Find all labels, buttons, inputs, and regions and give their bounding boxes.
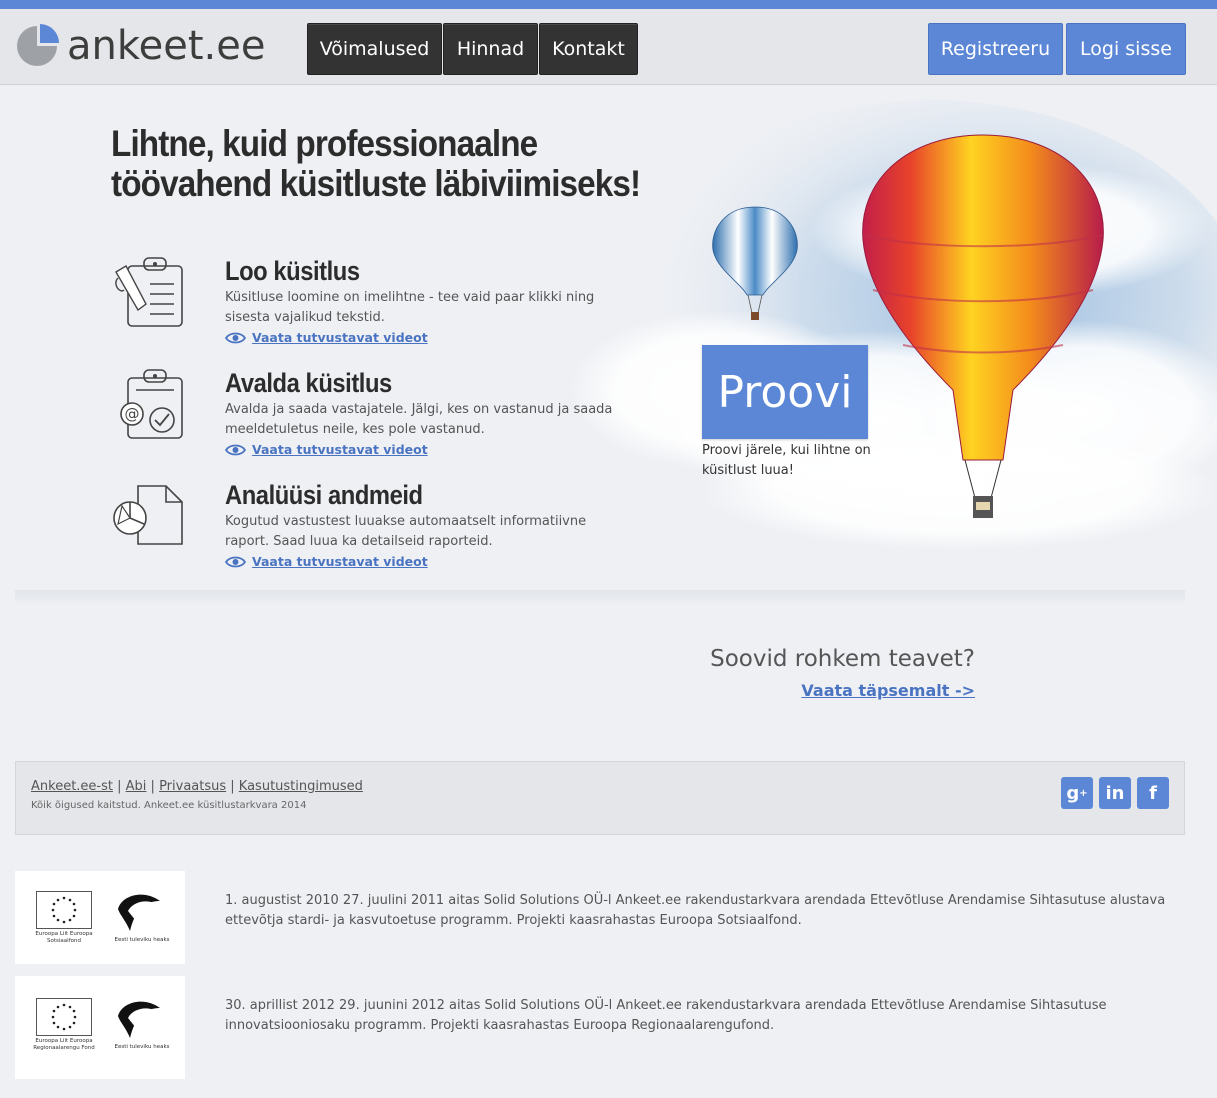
footer-link-privacy[interactable]: Privaatsus <box>159 779 226 794</box>
video-link-create[interactable]: Vaata tutvustavat videot <box>225 330 428 345</box>
eye-icon <box>225 332 246 343</box>
eu-funding-text-2: 30. aprillist 2012 29. juunini 2012 aita… <box>225 998 1107 1033</box>
login-button[interactable]: Logi sisse <box>1066 23 1186 75</box>
eu-caption: Euroopa Liit Euroopa Regionaalarengu Fon… <box>33 1038 95 1051</box>
more-info-title: Soovid rohkem teavet? <box>710 646 975 672</box>
nav-voimalused[interactable]: Võimalused <box>307 23 442 75</box>
feature-title-create: Loo küsitlus <box>225 256 360 286</box>
logo-text: ankeet.ee <box>67 23 266 69</box>
eu-logos-regional-fund: Euroopa Liit Euroopa Regionaalarengu Fon… <box>15 976 185 1079</box>
estonia-caption: Eesti tuleviku heaks <box>114 1044 170 1050</box>
eu-flag-icon <box>36 891 92 929</box>
hero-headline: Lihtne, kuid professionaalne töövahend k… <box>111 123 641 204</box>
nav-kontakt[interactable]: Kontakt <box>539 23 638 75</box>
feature-desc-create: Küsitluse loomine on imelihtne - tee vai… <box>225 290 595 325</box>
pie-chart-document-icon <box>113 485 183 545</box>
estonia-future-logo <box>118 1001 160 1038</box>
top-navigation: ankeet.ee Võimalused Hinnad Kontakt Regi… <box>0 9 1217 85</box>
feature-desc-analyze: Kogutud vastustest luuakse automaatselt … <box>225 514 587 549</box>
nav-hinnad[interactable]: Hinnad <box>443 23 538 75</box>
clipboard-icon <box>115 257 183 327</box>
video-link-analyze[interactable]: Vaata tutvustavat videot <box>225 554 428 569</box>
register-button[interactable]: Registreeru <box>928 23 1063 75</box>
more-info-link[interactable]: Vaata täpsemalt -> <box>600 681 975 700</box>
eu-funding-text-1: 1. augustist 2010 27. juulini 2011 aitas… <box>225 893 1166 928</box>
clipboard-email-icon: @ <box>120 369 183 439</box>
try-button[interactable]: Proovi <box>702 345 868 439</box>
logo[interactable]: ankeet.ee <box>15 21 265 71</box>
eu-flag-icon <box>36 998 92 1036</box>
eye-icon <box>225 556 246 567</box>
try-note: Proovi järele, kui lihtne on küsitlust l… <box>702 443 871 478</box>
footer-link-help[interactable]: Abi <box>126 779 147 794</box>
footer-links: Ankeet.ee-st | Abi | Privaatsus | Kasutu… <box>31 779 363 794</box>
footer: Ankeet.ee-st | Abi | Privaatsus | Kasutu… <box>15 761 1185 835</box>
eye-icon <box>225 444 246 455</box>
estonia-future-logo <box>118 894 160 931</box>
feature-title-publish: Avalda küsitlus <box>225 368 392 398</box>
linkedin-icon[interactable]: in <box>1099 777 1131 809</box>
svg-text:@: @ <box>125 405 140 423</box>
footer-link-about[interactable]: Ankeet.ee-st <box>31 779 113 794</box>
hero-divider-shadow <box>15 590 1185 606</box>
footer-link-terms[interactable]: Kasutustingimused <box>239 779 363 794</box>
eu-logos-social-fund: Euroopa Liit Euroopa Sotsiaalfond Eesti … <box>15 871 185 964</box>
video-link-publish[interactable]: Vaata tutvustavat videot <box>225 442 428 457</box>
feature-desc-publish: Avalda ja saada vastajatele. Jälgi, kes … <box>225 402 613 437</box>
google-plus-icon[interactable]: g + <box>1061 777 1093 809</box>
eu-caption: Euroopa Liit Euroopa Sotsiaalfond <box>35 931 93 944</box>
copyright-text: Kõik õigused kaitstud. Ankeet.ee küsitlu… <box>31 800 307 811</box>
facebook-icon[interactable]: f <box>1137 777 1169 809</box>
estonia-caption: Eesti tuleviku heaks <box>114 937 170 943</box>
pie-logo-icon <box>17 24 59 66</box>
top-accent-stripe <box>0 0 1217 9</box>
feature-title-analyze: Analüüsi andmeid <box>225 480 423 510</box>
